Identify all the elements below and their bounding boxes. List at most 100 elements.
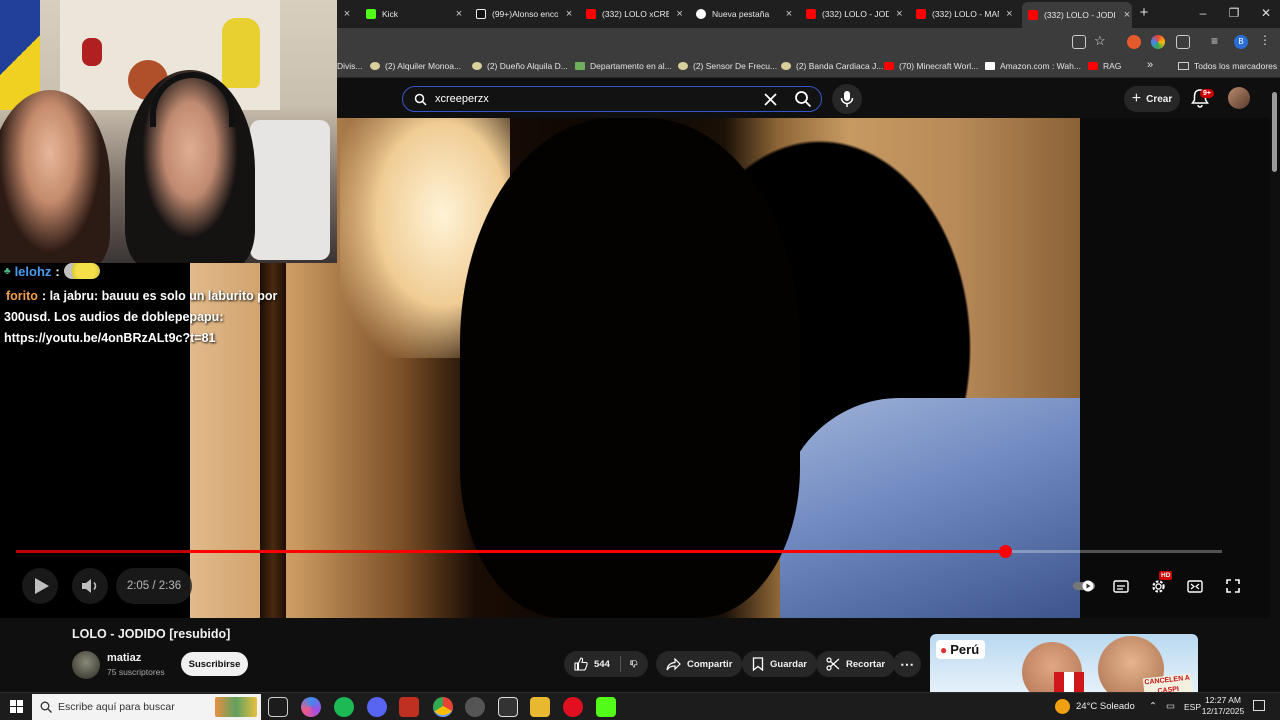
- minimize-icon[interactable]: –: [1193, 6, 1213, 20]
- tab-tiktok[interactable]: (99+)Alonso enco ×: [470, 3, 574, 25]
- bookmark-item[interactable]: (2) Banda Cardiaca J...: [781, 61, 883, 71]
- fullscreen-button[interactable]: [1222, 576, 1244, 596]
- amazon-icon: [985, 62, 995, 70]
- tray-overflow-chevron-icon[interactable]: ⌃: [1149, 701, 1157, 712]
- kick-taskbar-icon[interactable]: [596, 697, 616, 717]
- tab-youtube-1[interactable]: (332) LOLO xCREE ×: [580, 3, 684, 25]
- profile-avatar[interactable]: B: [1234, 35, 1248, 49]
- subscribe-button[interactable]: Suscribirse: [181, 652, 248, 676]
- bookmark-item[interactable]: Amazon.com : Wah...: [985, 61, 1081, 71]
- microphone-icon: [840, 91, 854, 107]
- tab-youtube-2[interactable]: (332) LOLO - JODI ×: [800, 3, 904, 25]
- screen: × Kick × (99+)Alonso enco × (332) LOLO x…: [0, 0, 1280, 720]
- tab-youtube-active[interactable]: (332) LOLO - JODI ×: [1022, 2, 1132, 28]
- close-icon[interactable]: ×: [675, 8, 684, 20]
- extension-color-icon[interactable]: [1151, 35, 1165, 49]
- progress-bar[interactable]: [16, 545, 1222, 558]
- opera-gx-icon[interactable]: [563, 697, 583, 717]
- bookmark-item[interactable]: (2) Alquiler Monoa...: [370, 61, 461, 71]
- bookmark-item[interactable]: (2) Sensor De Frecu...: [678, 61, 777, 71]
- channel-name[interactable]: matiaz: [107, 652, 141, 664]
- capture-app-icon[interactable]: [498, 697, 518, 717]
- window-close-icon[interactable]: ✕: [1256, 6, 1276, 20]
- close-icon[interactable]: ×: [1005, 8, 1014, 20]
- close-icon[interactable]: ×: [454, 8, 464, 20]
- install-app-icon[interactable]: [1072, 35, 1086, 49]
- notification-center-icon[interactable]: [1253, 700, 1265, 711]
- clear-search-icon[interactable]: [764, 93, 777, 106]
- extensions-puzzle-icon[interactable]: [1176, 35, 1190, 49]
- search-button[interactable]: [786, 88, 818, 110]
- tab-kick[interactable]: Kick ×: [360, 3, 464, 25]
- streamer-webcam-overlay: [0, 0, 337, 263]
- chrome-icon: [696, 9, 706, 19]
- close-icon[interactable]: ×: [564, 8, 574, 20]
- discord-icon[interactable]: [367, 697, 387, 717]
- search-icon: [414, 93, 427, 106]
- subscriber-count: 75 suscriptores: [107, 667, 165, 677]
- clip-button[interactable]: Recortar: [816, 651, 896, 677]
- scrubber-handle[interactable]: [998, 545, 1012, 558]
- chrome-taskbar-icon[interactable]: [433, 697, 453, 717]
- autoplay-toggle[interactable]: [1072, 576, 1096, 596]
- windows-taskbar: Escribe aquí para buscar 24°C Soleado ⌃ …: [0, 692, 1280, 720]
- location-pin-icon: ●: [940, 642, 948, 657]
- bookmark-item[interactable]: (70) Minecraft Worl...: [884, 61, 978, 71]
- close-icon[interactable]: ×: [1122, 9, 1132, 21]
- browser-menu-icon[interactable]: ⋮: [1259, 33, 1273, 47]
- chat-username: lelohz: [14, 263, 52, 279]
- windows-start-icon[interactable]: [10, 700, 23, 713]
- tab-youtube-3[interactable]: (332) LOLO - MAN ×: [910, 3, 1014, 25]
- spotify-icon[interactable]: [334, 697, 354, 717]
- search-input[interactable]: xcreeperzx: [402, 86, 822, 112]
- bookmark-item[interactable]: Divis...: [337, 61, 363, 71]
- like-count: 544: [594, 658, 610, 670]
- close-icon[interactable]: ×: [342, 8, 352, 20]
- youtube-icon: [1088, 62, 1098, 70]
- media-queue-icon[interactable]: ≡: [1211, 34, 1225, 48]
- share-button[interactable]: Compartir: [656, 651, 743, 677]
- thumbs-down-icon[interactable]: [630, 657, 638, 671]
- more-actions-button[interactable]: ⋯: [893, 651, 921, 677]
- page-scrollbar[interactable]: [1270, 78, 1280, 692]
- voicemeeter-icon[interactable]: [399, 697, 419, 717]
- bookmark-item[interactable]: (2) Dueño Alquila D...: [472, 61, 568, 71]
- bookmark-icon: [752, 657, 764, 671]
- task-view-icon[interactable]: [268, 697, 288, 717]
- new-tab-button[interactable]: +: [1134, 4, 1154, 21]
- account-avatar[interactable]: [1228, 87, 1250, 109]
- bookmarks-overflow-button[interactable]: »: [1147, 59, 1153, 71]
- sponsored-ad-banner[interactable]: CANCELEN A CASPI ● Perú: [930, 634, 1198, 694]
- more-horizontal-icon: ⋯: [900, 655, 914, 672]
- bookmark-item[interactable]: RAG: [1088, 61, 1121, 71]
- close-icon[interactable]: ×: [784, 8, 794, 20]
- search-icon: [40, 701, 52, 713]
- extension-fox-icon[interactable]: [1127, 35, 1141, 49]
- copilot-icon[interactable]: [301, 697, 321, 717]
- tab-new-tab[interactable]: Nueva pestaña ×: [690, 3, 794, 25]
- bookmark-item[interactable]: Departamento en al...: [575, 61, 672, 71]
- weather-text[interactable]: 24°C Soleado: [1076, 701, 1135, 712]
- maximize-icon[interactable]: ❐: [1224, 6, 1244, 20]
- scrollbar-thumb[interactable]: [1272, 92, 1277, 172]
- save-button[interactable]: Guardar: [742, 651, 817, 677]
- youtube-icon: [916, 9, 926, 19]
- like-button[interactable]: 544: [574, 657, 610, 671]
- all-bookmarks-folder[interactable]: Todos los marcadores: [1178, 61, 1277, 71]
- network-icon[interactable]: ▭: [1166, 701, 1175, 712]
- tiktok-icon: [476, 9, 486, 19]
- bookmark-star-icon[interactable]: ☆: [1094, 33, 1108, 48]
- close-icon[interactable]: ×: [895, 8, 904, 20]
- create-button[interactable]: + Crear: [1124, 86, 1180, 112]
- voice-search-button[interactable]: [832, 84, 862, 114]
- taskbar-search-input[interactable]: Escribe aquí para buscar: [32, 694, 261, 720]
- taskbar-clock[interactable]: 12:27 AM 12/17/2025: [1196, 695, 1250, 717]
- bookmark-icon: [575, 62, 585, 70]
- obs-icon[interactable]: [465, 697, 485, 717]
- search-highlight-image: [215, 697, 257, 717]
- emote-icon: [63, 263, 100, 279]
- subtitles-button[interactable]: [1110, 576, 1132, 596]
- theater-mode-button[interactable]: [1184, 576, 1206, 596]
- file-explorer-icon[interactable]: [530, 697, 550, 717]
- channel-avatar[interactable]: [72, 651, 100, 679]
